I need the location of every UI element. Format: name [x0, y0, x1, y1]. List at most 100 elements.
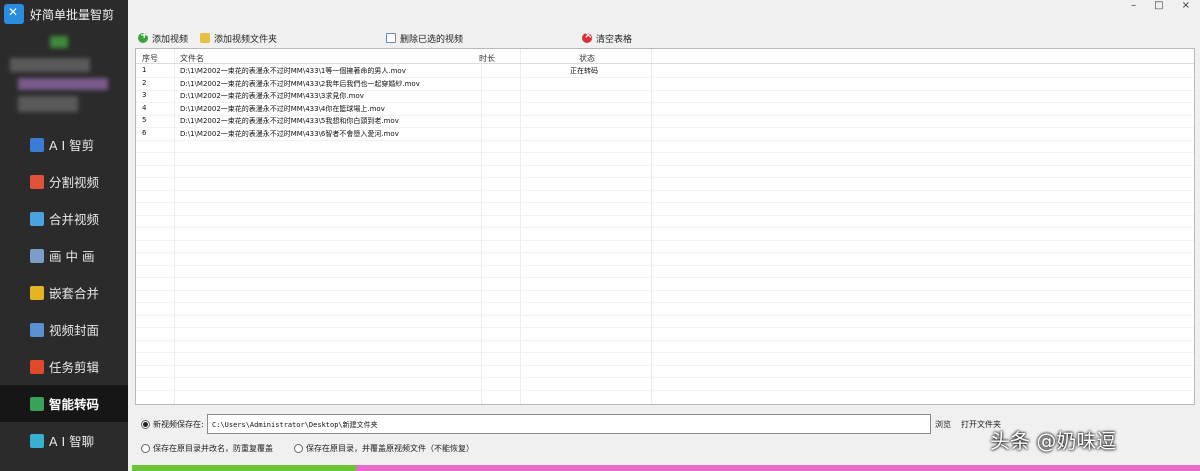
- sidebar-item-label: A I 智剪: [49, 138, 95, 153]
- progress-fill: [132, 465, 357, 471]
- cell-index: 5: [142, 116, 147, 124]
- table-row[interactable]: 4 D:\1\M2002一束花的表漫永不过时MM\433\4你在籃球場上.mov: [136, 103, 1194, 115]
- minimize-button[interactable]: –: [1131, 0, 1136, 14]
- sidebar-item-task-edit[interactable]: 任务剪辑: [0, 348, 128, 385]
- table-row[interactable]: 6 D:\1\M2002一束花的表漫永不过时MM\433\6智者不會墮入愛河.mo…: [136, 128, 1194, 140]
- grid-line: [136, 202, 1194, 203]
- table-row[interactable]: 2 D:\1\M2002一束花的表漫永不过时MM\433\2我年后我們也一起穿婚紗…: [136, 78, 1194, 90]
- grid-line: [136, 102, 1194, 103]
- delete-selected-label: 删除已选的视频: [400, 34, 464, 45]
- sidebar-item-ai-edit[interactable]: A I 智剪: [0, 126, 128, 163]
- save-overwrite-option[interactable]: 保存在原目录，并覆盖原视频文件（不能恢复）: [294, 443, 474, 454]
- grid-line: [136, 264, 1194, 266]
- close-button[interactable]: ×: [1182, 0, 1190, 14]
- cell-index: 3: [142, 91, 147, 99]
- window-controls: – □ ×: [1131, 0, 1190, 14]
- split-video-icon: [30, 174, 44, 189]
- table-row[interactable]: 5 D:\1\M2002一束花的表漫永不过时MM\433\5我想和你白頭到老.mo…: [136, 115, 1194, 127]
- save-overwrite-label: 保存在原目录，并覆盖原视频文件（不能恢复）: [306, 444, 474, 453]
- radio-unselected-icon: [294, 444, 303, 453]
- grid-line: [136, 302, 1194, 303]
- grid-line: [136, 114, 1194, 116]
- grid-line: [136, 389, 1194, 391]
- sidebar-item-ai-chat[interactable]: A I 智聊: [0, 422, 128, 459]
- grid-line: [136, 364, 1194, 366]
- radio-selected-icon: [141, 420, 150, 429]
- nested-merge-icon: [30, 285, 44, 300]
- grid-line: [136, 352, 1194, 353]
- sidebar-item-transcode[interactable]: 智能转码: [0, 385, 128, 422]
- cell-index: 4: [142, 103, 147, 112]
- grid-line: [136, 227, 1194, 228]
- cell-index: 1: [142, 66, 147, 74]
- document-icon: [386, 33, 396, 43]
- grid-line: [136, 152, 1194, 153]
- grid-line: [136, 239, 1194, 241]
- transcode-icon: [30, 396, 44, 411]
- sidebar-item-label: A I 智聊: [49, 434, 95, 449]
- cell-filename: D:\1\M2002一束花的表漫永不过时MM\433\6智者不會墮入愛河.mov: [180, 129, 399, 138]
- app-logo-icon: [4, 4, 24, 24]
- save-new-option[interactable]: 新视频保存在:: [141, 419, 204, 430]
- sidebar-item-label: 合并视频: [49, 212, 100, 227]
- grid-line: [136, 139, 1194, 141]
- cell-index: 2: [142, 78, 147, 87]
- grid-line: [136, 189, 1194, 191]
- add-folder-label: 添加视频文件夹: [214, 34, 278, 45]
- sidebar-item-label: 视频封面: [49, 323, 100, 338]
- video-table[interactable]: 序号 文件名 时长 状态 1 D:\1\M2002一束花的表漫永不过时MM\433…: [135, 48, 1195, 405]
- sidebar-item-video-cover[interactable]: 视频封面: [0, 311, 128, 348]
- radio-unselected-icon: [141, 444, 150, 453]
- sidebar-item-pip[interactable]: 画 中 画: [0, 237, 128, 274]
- delete-selected-button[interactable]: 删除已选的视频: [386, 30, 463, 46]
- save-rename-option[interactable]: 保存在原目录并改名，防重复覆盖: [141, 443, 273, 454]
- cell-filename: D:\1\M2002一束花的表漫永不过时MM\433\3求見你.mov: [180, 92, 364, 100]
- blurred-account-info: [18, 78, 108, 90]
- grid-line: [136, 89, 1194, 91]
- blurred-username: [10, 58, 90, 72]
- sidebar-item-label: 分割视频: [49, 175, 100, 190]
- browse-button[interactable]: 浏览: [935, 419, 951, 430]
- ai-chat-icon: [30, 433, 44, 448]
- save-path-input[interactable]: C:\Users\Administrator\Desktop\新建文件夹: [207, 414, 931, 434]
- pip-icon: [30, 248, 44, 263]
- save-rename-label: 保存在原目录并改名，防重复覆盖: [153, 444, 273, 453]
- add-folder-button[interactable]: 添加视频文件夹: [200, 30, 277, 46]
- folder-icon: [200, 33, 210, 43]
- clear-table-label: 清空表格: [596, 34, 633, 45]
- cell-index: 6: [142, 128, 147, 137]
- table-row[interactable]: 1 D:\1\M2002一束花的表漫永不过时MM\433\1等一個擁著命的男人.m…: [136, 65, 1194, 77]
- grid-line: [136, 177, 1194, 178]
- add-icon: [138, 30, 148, 43]
- sidebar-item-nested-merge[interactable]: 嵌套合并: [0, 274, 128, 311]
- clear-icon: [582, 30, 592, 43]
- grid-line: [136, 214, 1194, 216]
- merge-video-icon: [30, 211, 44, 226]
- sidebar-nav: A I 智剪 分割视频合并视频画 中 画嵌套合并视频封面任务剪辑智能转码 A I 智…: [0, 126, 128, 459]
- app-title: 好简单批量智剪: [30, 7, 115, 22]
- sidebar-item-label: 任务剪辑: [49, 360, 100, 375]
- clear-table-button[interactable]: 清空表格: [582, 30, 632, 46]
- watermark: 头条 @奶味逗: [990, 429, 1117, 453]
- sidebar-item-label: 嵌套合并: [49, 286, 100, 301]
- toolbar: 添加视频 添加视频文件夹 删除已选的视频 清空表格: [136, 30, 1196, 46]
- cell-filename: D:\1\M2002一束花的表漫永不过时MM\433\4你在籃球場上.mov: [180, 104, 385, 113]
- sidebar: 好简单批量智剪 A I 智剪分割视频合并视频画 中 画嵌套合并视频封面任务剪辑智…: [0, 0, 128, 471]
- add-video-button[interactable]: 添加视频: [138, 30, 188, 46]
- cell-filename: D:\1\M2002一束花的表漫永不过时MM\433\1等一個擁著命的男人.mo…: [180, 67, 406, 75]
- grid-line: [136, 127, 1194, 128]
- task-edit-icon: [30, 359, 44, 374]
- cell-filename: D:\1\M2002一束花的表漫永不过时MM\433\5我想和你白頭到老.mov: [180, 117, 399, 125]
- video-cover-icon: [30, 322, 44, 337]
- grid-line: [136, 252, 1194, 253]
- table-row[interactable]: 3 D:\1\M2002一束花的表漫永不过时MM\433\3求見你.mov: [136, 90, 1194, 102]
- cell-filename: D:\1\M2002一束花的表漫永不过时MM\433\2我年后我們也一起穿婚紗.…: [180, 79, 420, 88]
- progress-bar: [132, 465, 1200, 471]
- grid-line: [136, 77, 1194, 78]
- grid-line: [136, 164, 1194, 166]
- sidebar-item-merge-video[interactable]: 合并视频: [0, 200, 128, 237]
- grid-line: [136, 377, 1194, 378]
- sidebar-item-split-video[interactable]: 分割视频: [0, 163, 128, 200]
- grid-line: [136, 314, 1194, 316]
- maximize-button[interactable]: □: [1154, 0, 1163, 14]
